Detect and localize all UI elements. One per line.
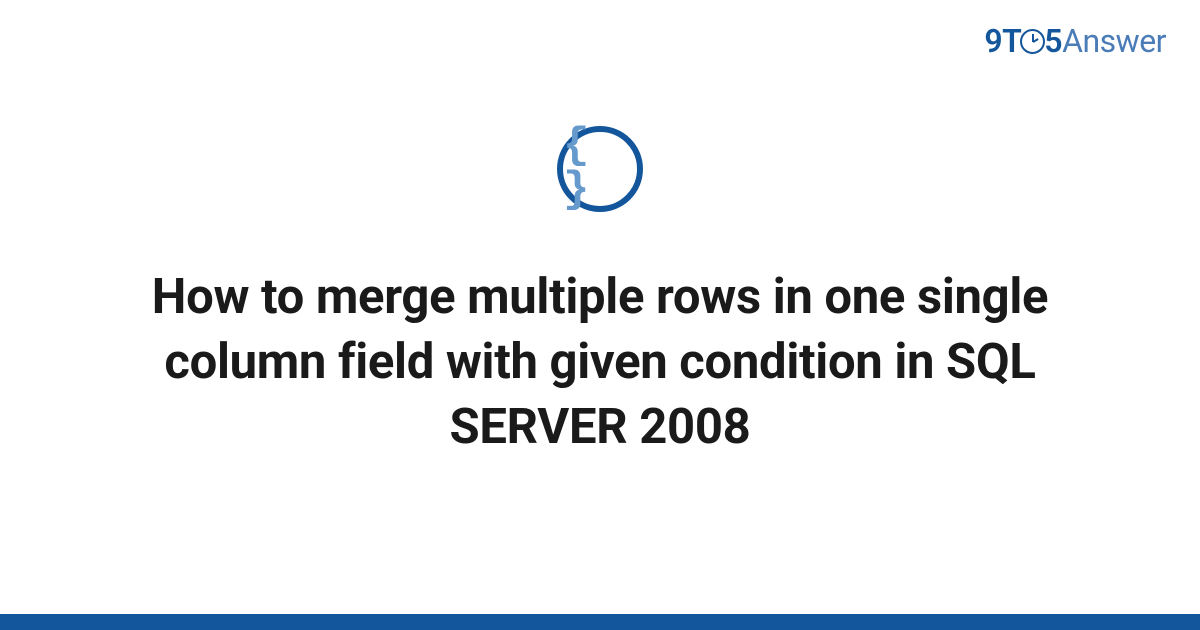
logo-part-t: T <box>1002 22 1021 60</box>
footer-bar <box>0 614 1200 630</box>
logo-part-9: 9 <box>984 22 1002 60</box>
page-title: How to merge multiple rows in one single… <box>80 264 1120 459</box>
braces-icon: { } <box>563 124 637 212</box>
category-icon-circle: { } <box>557 126 643 212</box>
main-content: { } How to merge multiple rows in one si… <box>0 126 1200 459</box>
logo-part-answer: Answer <box>1062 22 1166 60</box>
clock-icon <box>1020 29 1045 54</box>
site-logo: 9T5Answer <box>984 22 1166 60</box>
logo-part-5: 5 <box>1044 22 1062 60</box>
